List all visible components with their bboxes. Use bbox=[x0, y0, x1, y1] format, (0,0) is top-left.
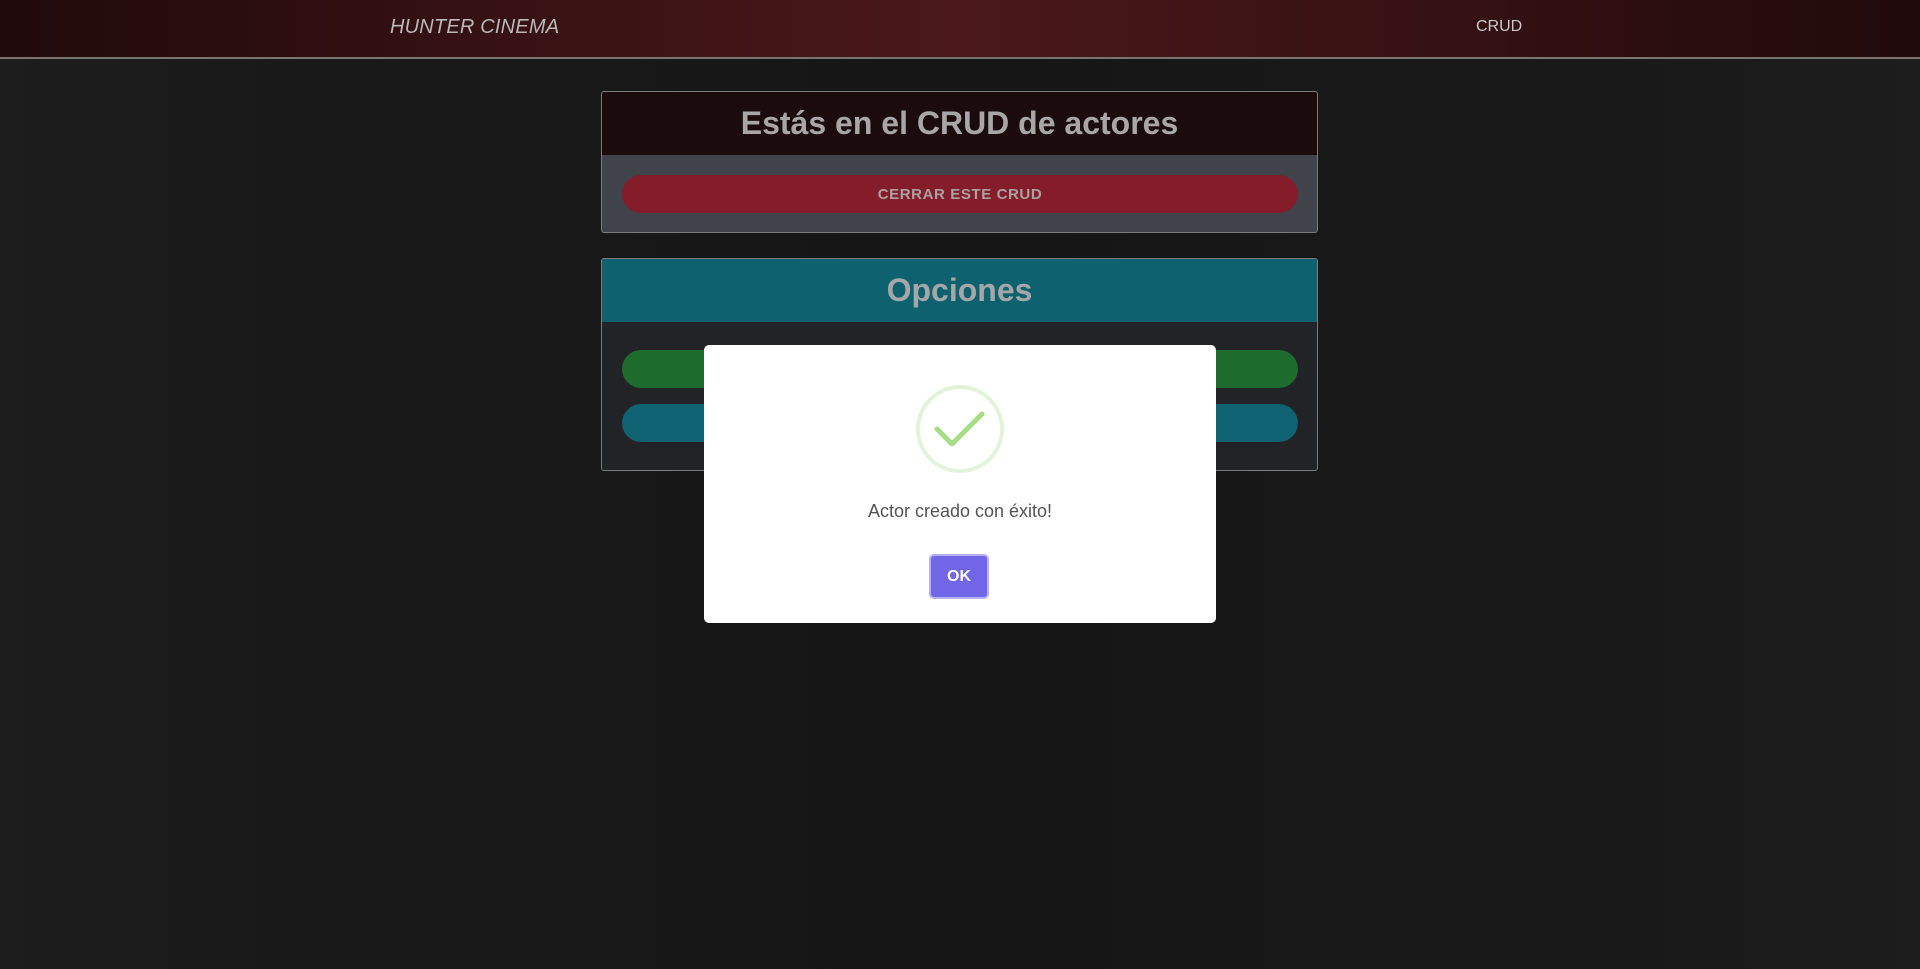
success-modal: Actor creado con éxito! OK bbox=[704, 345, 1216, 623]
ok-button[interactable]: OK bbox=[929, 554, 989, 599]
check-icon bbox=[934, 411, 985, 447]
crud-card-header: Estás en el CRUD de actores bbox=[602, 92, 1317, 155]
success-check-icon bbox=[916, 385, 1004, 473]
brand-logo[interactable]: HUNTER CINEMA bbox=[390, 16, 559, 39]
navbar: HUNTER CINEMA CRUD bbox=[0, 0, 1920, 59]
options-card-header: Opciones bbox=[602, 259, 1317, 322]
close-crud-button[interactable]: CERRAR ESTE CRUD bbox=[622, 175, 1298, 213]
crud-card-title: Estás en el CRUD de actores bbox=[740, 105, 1179, 141]
crud-card: Estás en el CRUD de actores CERRAR ESTE … bbox=[601, 91, 1318, 233]
nav-link-crud[interactable]: CRUD bbox=[1476, 18, 1522, 36]
options-card-title: Opciones bbox=[886, 272, 1033, 308]
modal-message: Actor creado con éxito! bbox=[867, 501, 1053, 521]
